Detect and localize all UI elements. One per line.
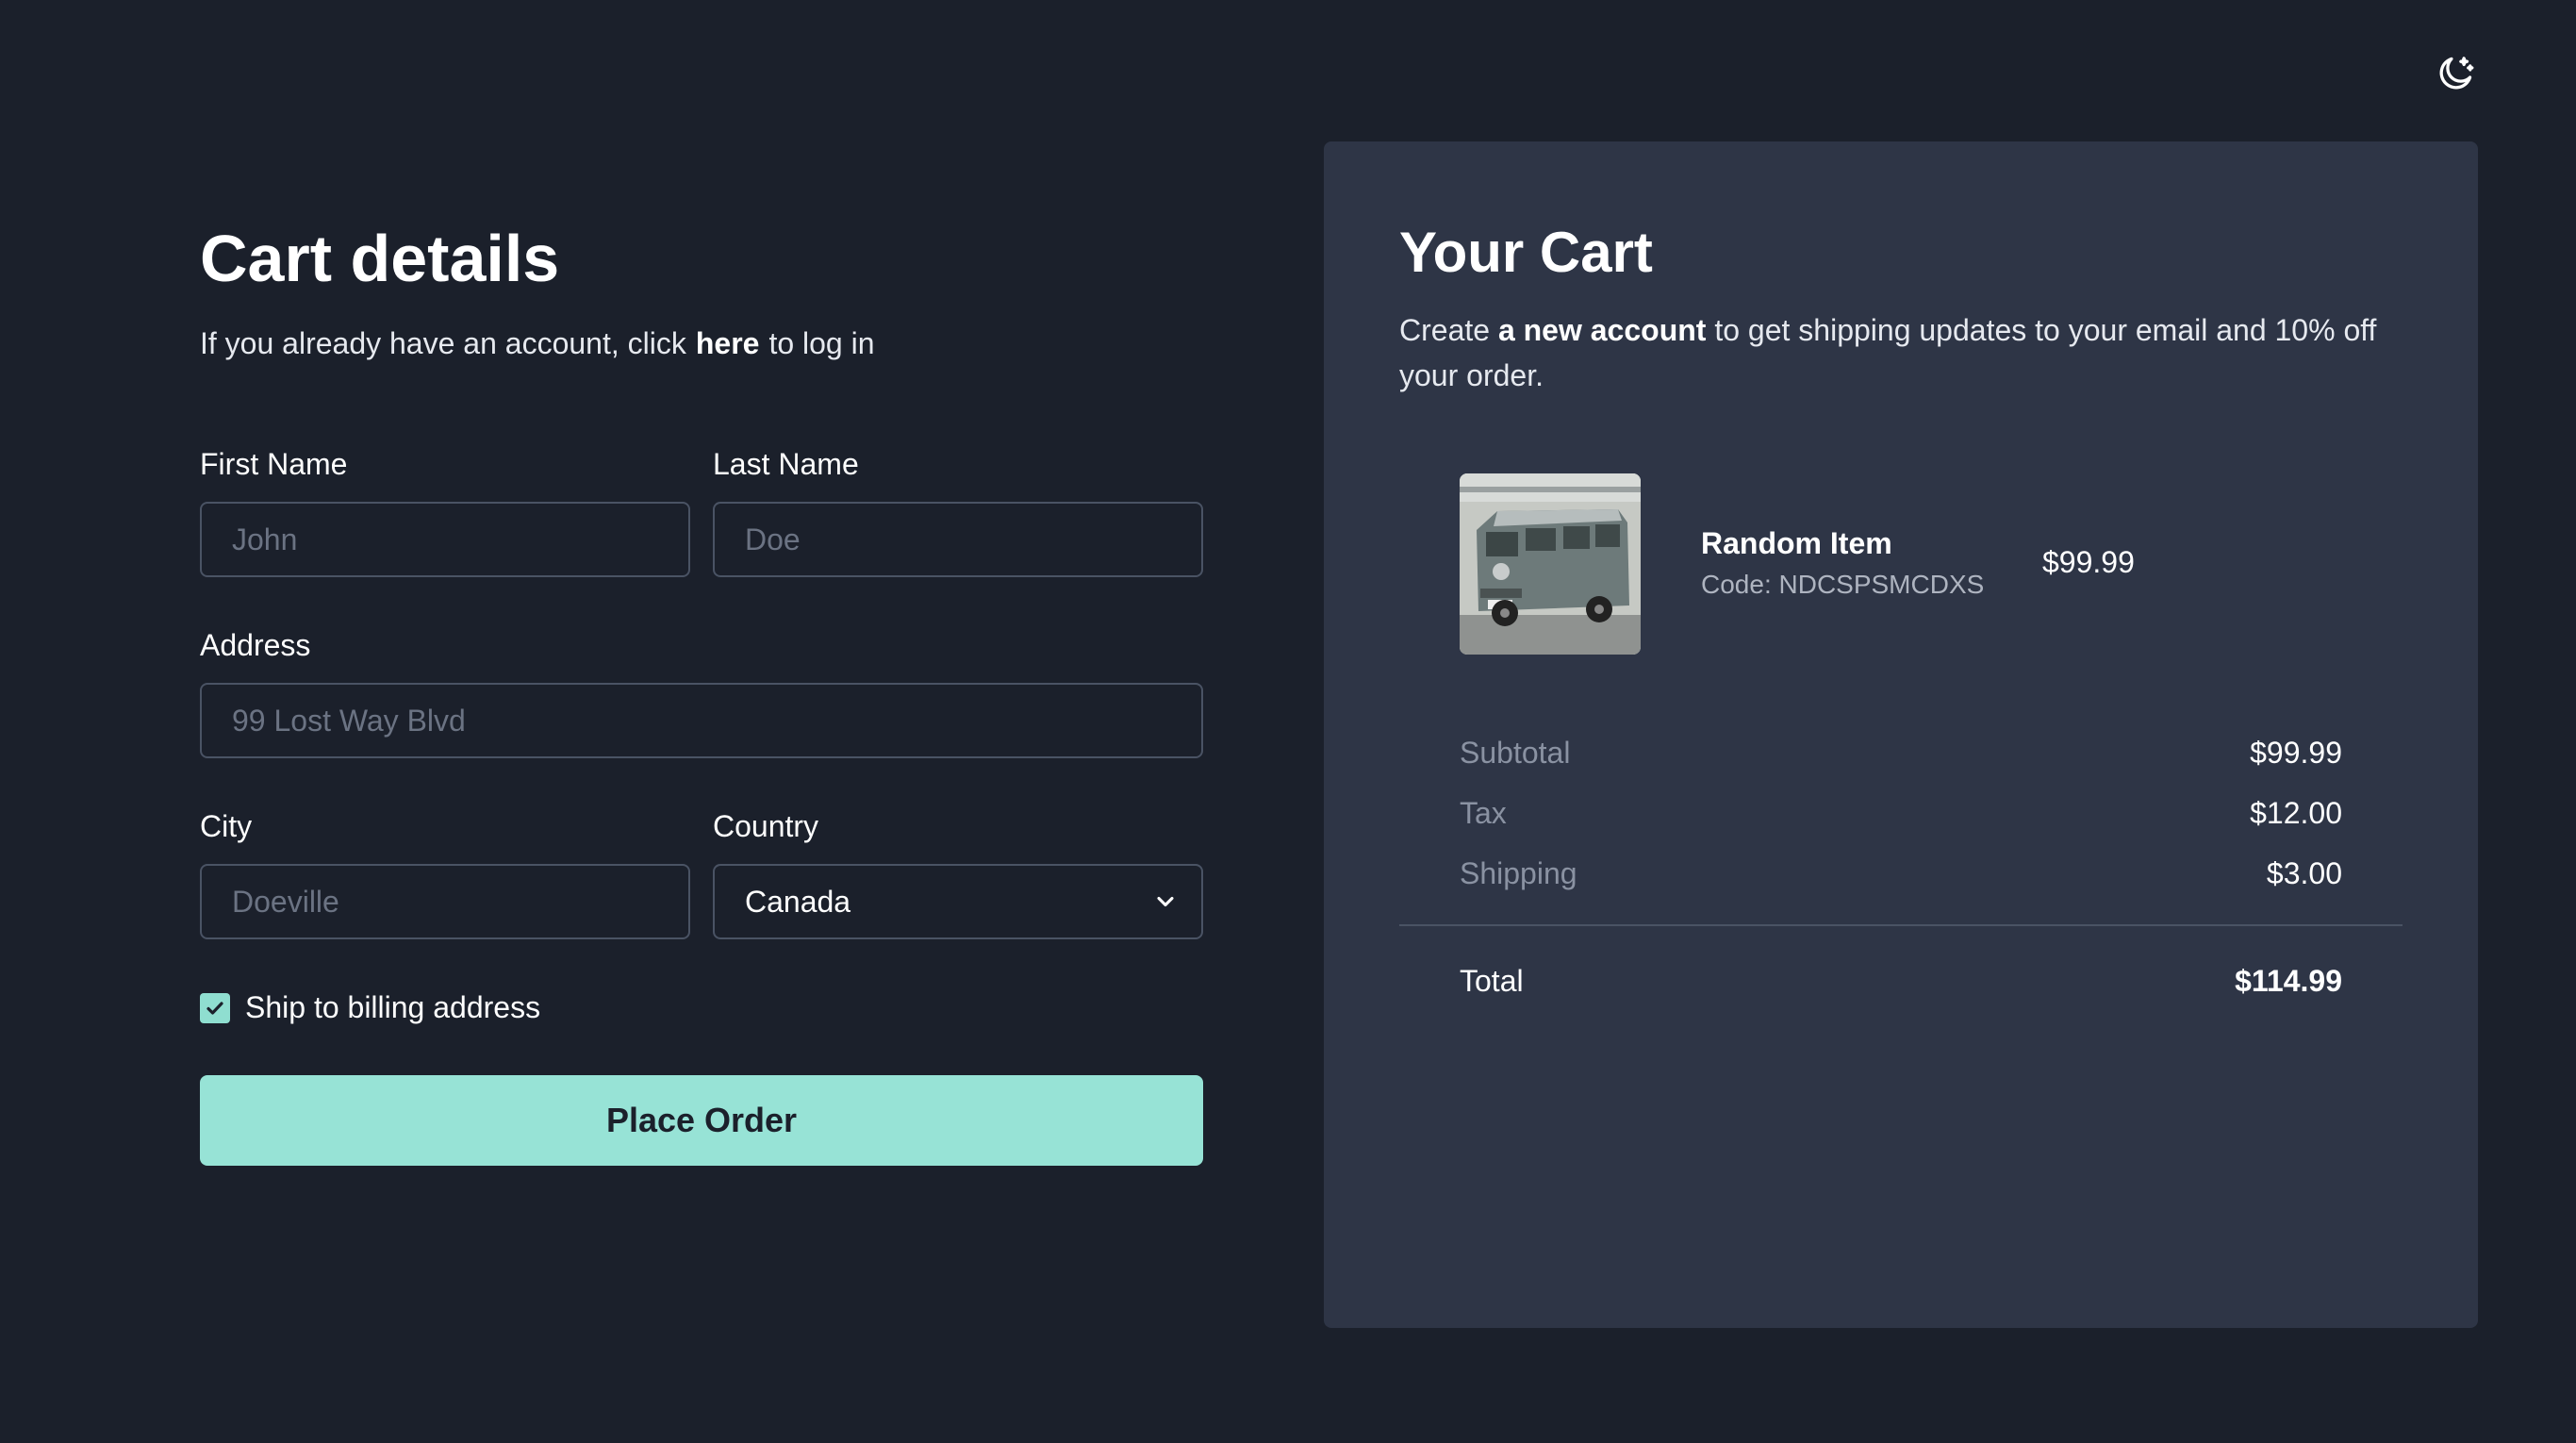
subtotal-row: Subtotal $99.99: [1460, 734, 2342, 771]
city-label: City: [200, 809, 253, 843]
country-label: Country: [713, 809, 819, 843]
shipping-value: $3.00: [2266, 856, 2342, 890]
last-name-label: Last Name: [713, 447, 859, 481]
van-photo: [1460, 473, 1641, 655]
address-label: Address: [200, 628, 311, 662]
last-name-input[interactable]: [713, 502, 1203, 577]
theme-toggle-button[interactable]: [2433, 51, 2478, 96]
login-prompt-text: If you already have an account, click: [200, 326, 686, 360]
login-prompt: If you already have an account, click her…: [200, 324, 875, 362]
city-input[interactable]: [200, 864, 690, 939]
first-name-input[interactable]: [200, 502, 690, 577]
ship-to-billing-label: Ship to billing address: [245, 990, 541, 1024]
cart-panel: Your Cart Create a new account to get sh…: [1324, 141, 2478, 1328]
total-row: Total $114.99: [1460, 962, 2342, 1000]
new-account-link[interactable]: a new account: [1498, 313, 1707, 347]
shipping-row: Shipping $3.00: [1460, 854, 2342, 892]
product-name: Random Item: [1701, 526, 1892, 560]
check-icon: [206, 1001, 223, 1015]
address-input[interactable]: [200, 683, 1203, 758]
page-title: Cart details: [200, 222, 560, 295]
tax-label: Tax: [1460, 796, 1507, 830]
promo-text: Create: [1399, 313, 1491, 347]
login-link[interactable]: here: [696, 326, 760, 360]
shipping-label: Shipping: [1460, 856, 1577, 890]
ship-to-billing-row[interactable]: Ship to billing address: [200, 990, 540, 1025]
product-thumbnail: [1460, 473, 1641, 655]
ship-to-billing-checkbox[interactable]: [200, 992, 230, 1023]
first-name-label: First Name: [200, 447, 348, 481]
moon-icon: [2439, 57, 2474, 90]
cart-title: Your Cart: [1399, 221, 1653, 284]
total-value: $114.99: [2235, 964, 2342, 998]
summary-divider: [1399, 924, 2403, 926]
cart-promo: Create a new account to get shipping upd…: [1399, 307, 2403, 398]
product-code: Code: NDCSPSMCDXS: [1701, 570, 1985, 599]
chevron-down-icon: [1157, 896, 1174, 907]
product-price: $99.99: [2042, 545, 2135, 579]
subtotal-value: $99.99: [2250, 736, 2342, 770]
total-label: Total: [1460, 964, 1524, 998]
tax-row: Tax $12.00: [1460, 794, 2342, 832]
country-select-value: Canada: [745, 884, 851, 919]
subtotal-label: Subtotal: [1460, 736, 1571, 770]
place-order-button[interactable]: Place Order: [200, 1075, 1203, 1166]
country-select[interactable]: Canada: [713, 864, 1203, 939]
login-prompt-suffix: to log in: [768, 326, 875, 360]
tax-value: $12.00: [2250, 796, 2342, 830]
